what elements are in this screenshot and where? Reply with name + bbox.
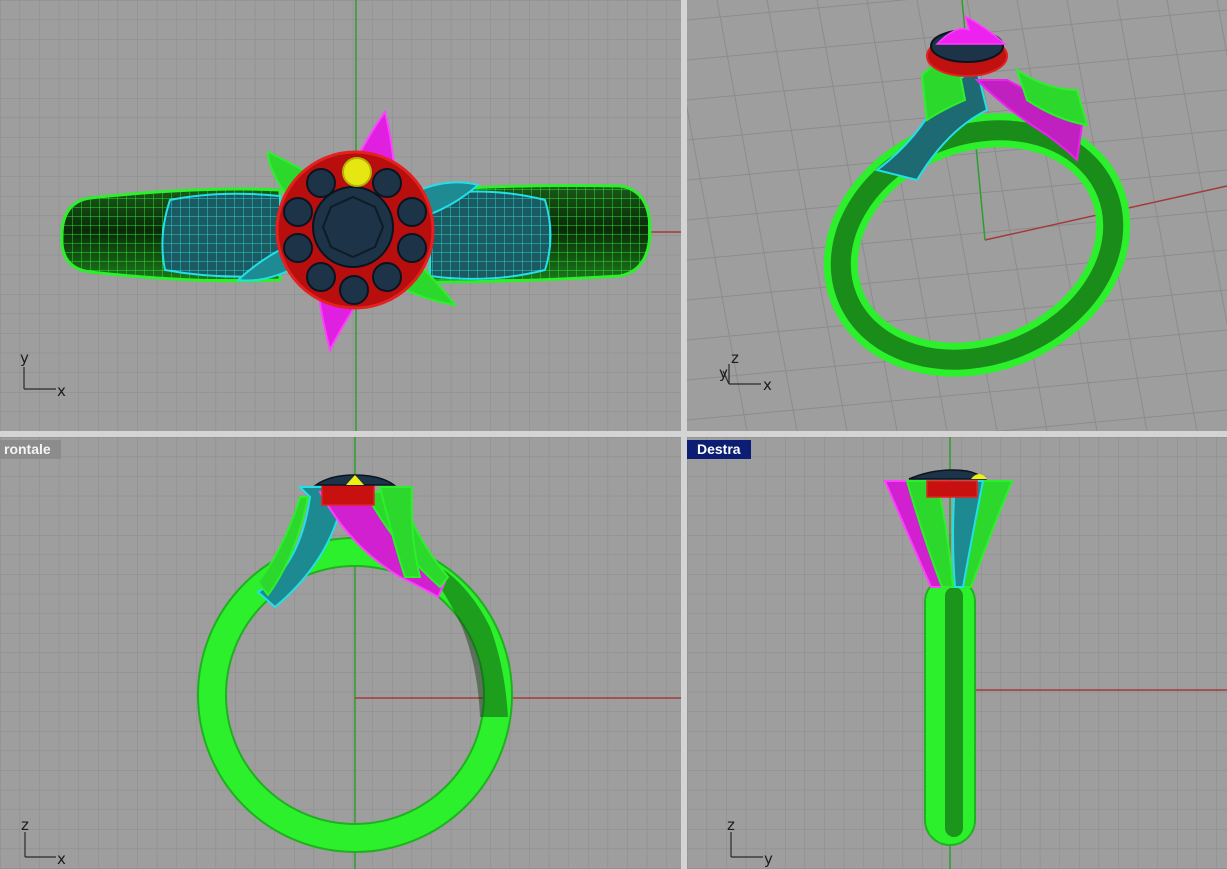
right-viewport-canvas[interactable]: z y (687, 437, 1227, 869)
center-stone (312, 186, 394, 268)
front-viewport-canvas[interactable]: z x (0, 437, 681, 869)
axis-label-y: y (719, 364, 728, 382)
perspective-viewport[interactable]: z y x (687, 0, 1227, 431)
axis-label-y: y (20, 349, 29, 367)
axis-label-z: z (727, 816, 735, 834)
bezel (926, 480, 978, 498)
viewport-title-front[interactable]: rontale (0, 440, 61, 459)
perspective-viewport-canvas[interactable]: z y x (687, 0, 1227, 431)
top-viewport[interactable]: y x (0, 0, 681, 431)
front-viewport[interactable]: rontale z x (0, 437, 681, 869)
axis-label-z: z (731, 349, 739, 367)
axis-gizmo-perspective: z y x (719, 349, 772, 394)
axis-label-z: z (21, 816, 29, 834)
right-viewport[interactable]: Destra z y (687, 437, 1227, 869)
ring-model-perspective[interactable] (786, 14, 1168, 418)
axis-label-x: x (763, 376, 772, 394)
viewport-title-right[interactable]: Destra (687, 440, 751, 459)
top-viewport-canvas[interactable]: y x (0, 0, 681, 431)
axis-label-y: y (764, 850, 773, 868)
bezel (321, 484, 375, 506)
axis-label-x: x (57, 850, 66, 868)
axis-label-x: x (57, 382, 66, 400)
